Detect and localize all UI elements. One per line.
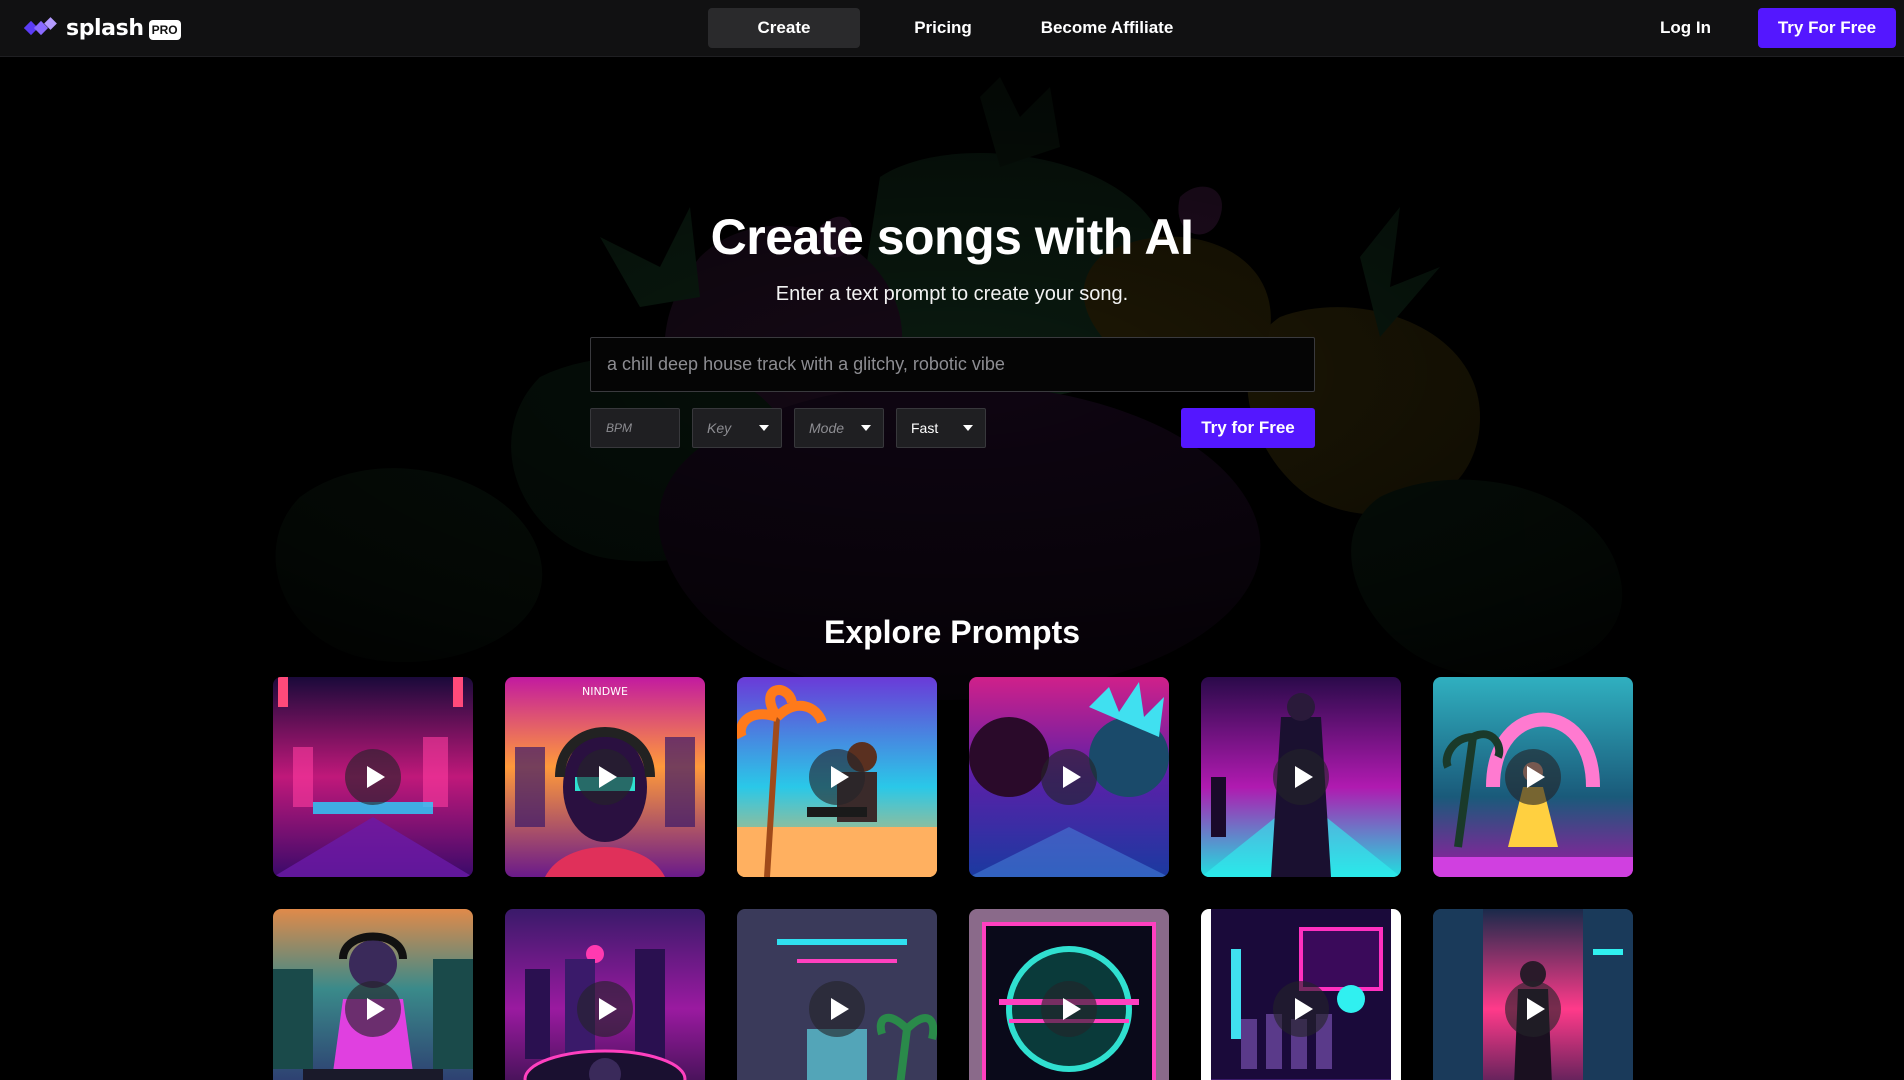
- play-icon[interactable]: [1273, 981, 1329, 1037]
- play-icon[interactable]: [1041, 749, 1097, 805]
- splash-logo[interactable]: splash PRO: [24, 14, 181, 42]
- try-for-free-button[interactable]: Try for Free: [1181, 408, 1315, 448]
- speed-select-value: Fast: [911, 420, 939, 436]
- top-navigation-bar: splash PRO Create Pricing Become Affilia…: [0, 0, 1904, 57]
- bpm-input[interactable]: BPM: [590, 408, 680, 448]
- key-select[interactable]: Key: [692, 408, 782, 448]
- prompt-input[interactable]: [590, 337, 1315, 392]
- play-icon[interactable]: [577, 749, 633, 805]
- hero-background-artwork: [0, 57, 1904, 757]
- prompt-card[interactable]: [737, 677, 937, 877]
- play-icon[interactable]: [345, 749, 401, 805]
- card-caption: NINDWE: [582, 685, 628, 698]
- brand-name: splash: [66, 15, 144, 41]
- play-icon[interactable]: [1273, 749, 1329, 805]
- mode-select-label: Mode: [809, 420, 845, 436]
- prompt-card[interactable]: [1201, 677, 1401, 877]
- chevron-down-icon: [963, 425, 973, 431]
- prompt-card[interactable]: [1433, 677, 1633, 877]
- mode-select[interactable]: Mode: [794, 408, 884, 448]
- prompt-card[interactable]: [969, 909, 1169, 1080]
- prompt-card[interactable]: NINDWE: [505, 677, 705, 877]
- play-icon[interactable]: [809, 981, 865, 1037]
- play-icon[interactable]: [1041, 981, 1097, 1037]
- play-icon[interactable]: [345, 981, 401, 1037]
- nav-create[interactable]: Create: [708, 8, 860, 48]
- play-icon[interactable]: [1505, 749, 1561, 805]
- nav-pricing[interactable]: Pricing: [900, 8, 986, 48]
- chevron-down-icon: [861, 425, 871, 431]
- play-icon[interactable]: [577, 981, 633, 1037]
- play-icon[interactable]: [809, 749, 865, 805]
- prompt-card[interactable]: [273, 677, 473, 877]
- key-select-label: Key: [707, 420, 732, 436]
- prompt-card[interactable]: [505, 909, 705, 1080]
- explore-prompts-heading: Explore Prompts: [823, 614, 1081, 650]
- pro-badge: PRO: [148, 19, 181, 40]
- splash-logo-icon: [24, 17, 57, 36]
- prompt-card[interactable]: [969, 677, 1169, 877]
- prompt-card[interactable]: [1201, 909, 1401, 1080]
- hero-subtitle: Enter a text prompt to create your song.: [775, 283, 1129, 305]
- play-icon[interactable]: [1505, 981, 1561, 1037]
- prompt-card[interactable]: [737, 909, 937, 1080]
- speed-select[interactable]: Fast: [896, 408, 986, 448]
- chevron-down-icon: [759, 425, 769, 431]
- try-for-free-header-button[interactable]: Try For Free: [1758, 8, 1896, 48]
- login-link[interactable]: Log In: [1660, 8, 1711, 48]
- nav-become-affiliate[interactable]: Become Affiliate: [1036, 8, 1178, 48]
- hero-title: Create songs with AI: [710, 209, 1194, 265]
- prompt-card[interactable]: [273, 909, 473, 1080]
- prompt-card[interactable]: [1433, 909, 1633, 1080]
